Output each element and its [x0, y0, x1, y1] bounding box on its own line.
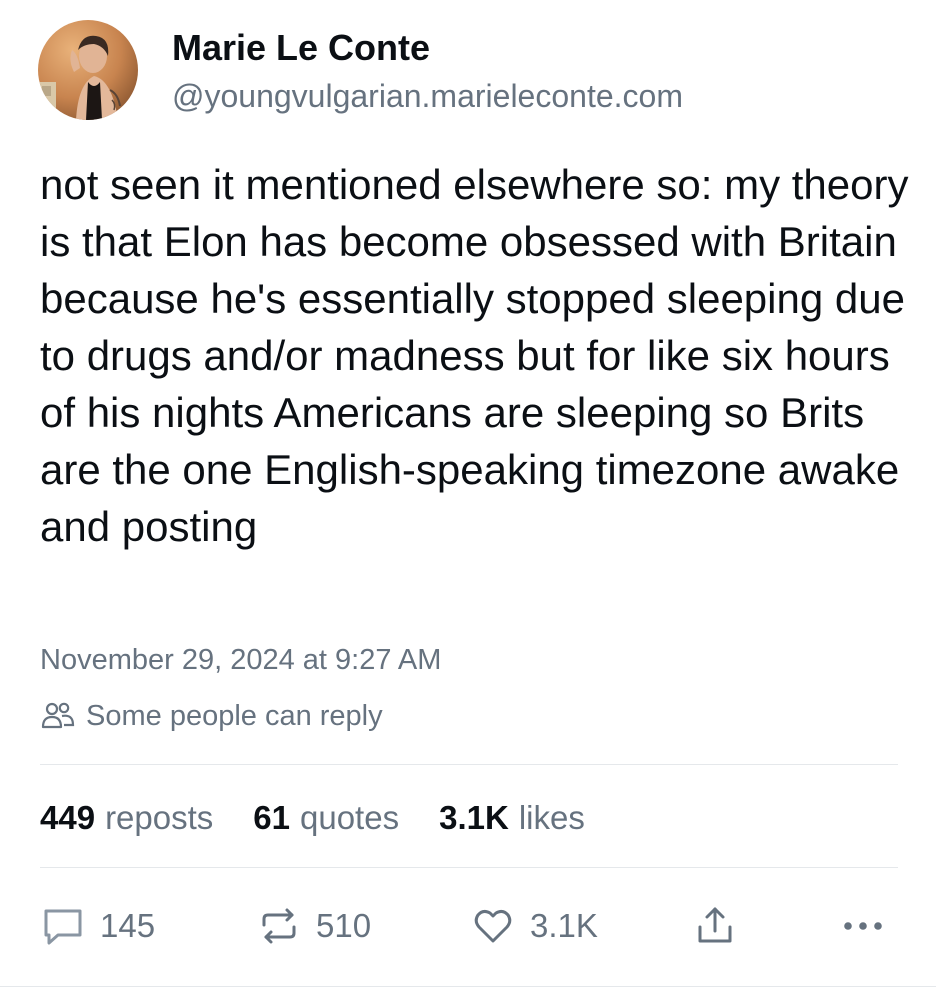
- avatar[interactable]: [38, 20, 138, 120]
- author-handle[interactable]: @youngvulgarian.marieleconte.com: [172, 74, 683, 118]
- post-timestamp[interactable]: November 29, 2024 at 9:27 AM: [40, 640, 441, 680]
- quotes-label: quotes: [300, 799, 400, 836]
- reposts-count: 449: [40, 799, 96, 836]
- post-text: not seen it mentioned elsewhere so: my t…: [40, 161, 909, 550]
- divider: [40, 764, 898, 765]
- share-button[interactable]: [692, 896, 738, 956]
- like-button[interactable]: 3.1K: [470, 896, 598, 956]
- avatar-photo-icon: [38, 20, 138, 120]
- reply-setting[interactable]: Some people can reply: [40, 696, 383, 736]
- heart-icon: [470, 903, 516, 949]
- more-options-button[interactable]: [838, 896, 888, 956]
- action-bar: 145 510 3.1K: [40, 896, 898, 956]
- reply-button[interactable]: 145: [40, 896, 155, 956]
- likes-label: likes: [518, 799, 585, 836]
- post-header: Marie Le Conte @youngvulgarian.marieleco…: [38, 20, 683, 124]
- repost-count: 510: [316, 907, 372, 944]
- reply-setting-label: Some people can reply: [86, 700, 383, 732]
- comment-icon: [40, 903, 86, 949]
- more-icon: [838, 903, 888, 949]
- likes-stat[interactable]: 3.1K likes: [439, 796, 585, 840]
- likes-count: 3.1K: [439, 799, 509, 836]
- quotes-count: 61: [253, 799, 290, 836]
- reply-count: 145: [100, 907, 156, 944]
- quotes-stat[interactable]: 61 quotes: [253, 796, 399, 840]
- author-display-name[interactable]: Marie Le Conte: [172, 26, 683, 70]
- post-card: Marie Le Conte @youngvulgarian.marieleco…: [0, 0, 936, 1000]
- post-stats: 449 reposts 61 quotes 3.1K likes: [40, 796, 625, 840]
- repost-icon: [256, 903, 302, 949]
- divider: [40, 867, 898, 868]
- author-names: Marie Le Conte @youngvulgarian.marieleco…: [172, 26, 683, 118]
- people-icon: [40, 698, 76, 734]
- like-count: 3.1K: [530, 907, 598, 944]
- divider: [0, 986, 936, 987]
- share-icon: [692, 903, 738, 949]
- repost-button[interactable]: 510: [256, 896, 371, 956]
- reposts-stat[interactable]: 449 reposts: [40, 796, 213, 840]
- reposts-label: reposts: [105, 799, 214, 836]
